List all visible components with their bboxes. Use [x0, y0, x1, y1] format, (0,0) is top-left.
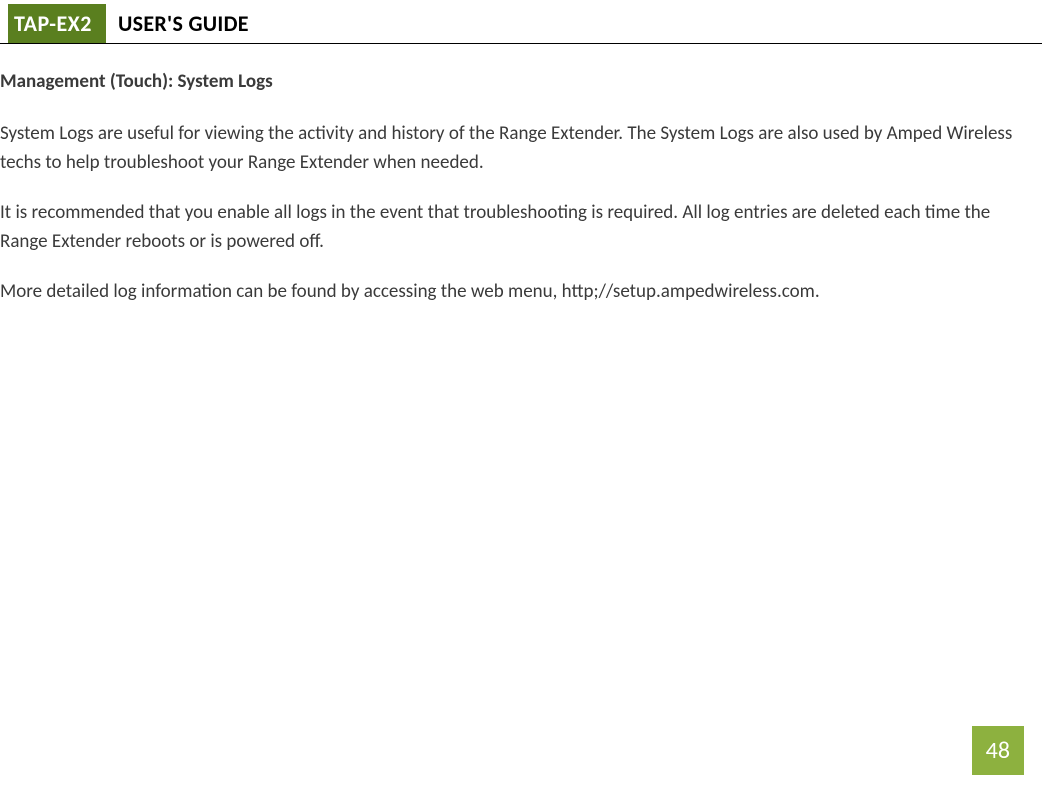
body-paragraph-1: System Logs are useful for viewing the a… [0, 119, 1034, 178]
body-paragraph-2: It is recommended that you enable all lo… [0, 198, 1034, 257]
document-title: USER'S GUIDE [106, 4, 261, 43]
page-content: Management (Touch): System Logs System L… [0, 44, 1042, 306]
page-number: 48 [972, 726, 1024, 775]
section-heading: Management (Touch): System Logs [0, 70, 1034, 93]
product-name: TAP-EX2 [14, 10, 92, 37]
product-badge: TAP-EX2 [8, 4, 106, 43]
body-paragraph-3: More detailed log information can be fou… [0, 277, 1034, 306]
document-header: TAP-EX2 USER'S GUIDE [0, 4, 1042, 44]
